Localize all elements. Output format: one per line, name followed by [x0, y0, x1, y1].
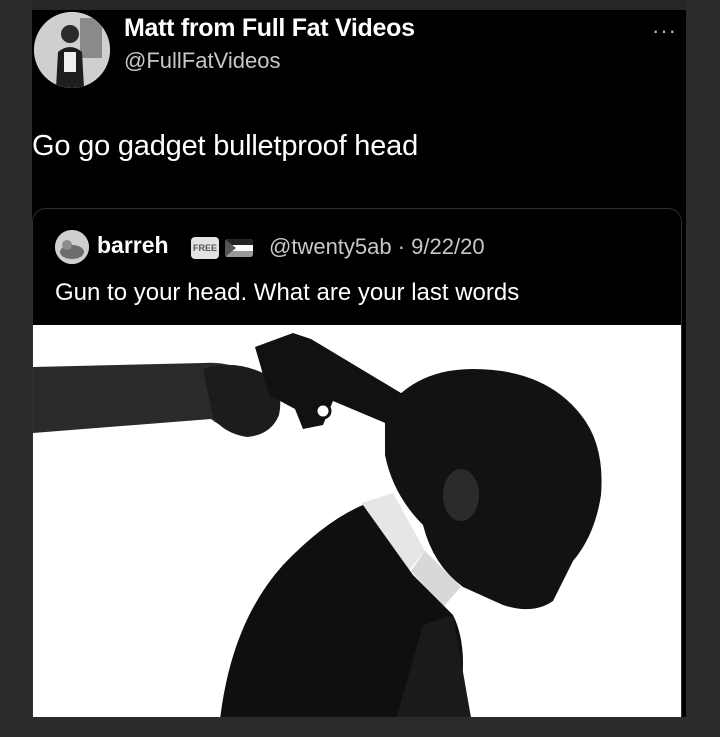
more-options-icon[interactable]: ···: [652, 18, 677, 44]
window-left-border: [0, 0, 32, 737]
quoted-media-image[interactable]: [33, 325, 681, 717]
user-handle[interactable]: @FullFatVideos: [124, 48, 280, 74]
quoted-tweet-text: Gun to your head. What are your last wor…: [55, 279, 520, 306]
tweet-text: Go go gadget bulletproof head: [32, 130, 419, 162]
quoted-user-avatar[interactable]: [55, 230, 89, 264]
quoted-tweet[interactable]: barreh FREE @twenty5ab · 9/22/20 Gun to …: [32, 208, 682, 717]
quoted-display-name[interactable]: barreh: [97, 232, 169, 259]
window-bottom-border: [0, 717, 720, 737]
tweet-card: Matt from Full Fat Videos @FullFatVideos…: [32, 10, 686, 717]
free-badge-icon: FREE: [191, 237, 219, 259]
quoted-handle-date[interactable]: @twenty5ab · 9/22/20: [269, 234, 485, 260]
display-name[interactable]: Matt from Full Fat Videos: [124, 14, 415, 43]
window-right-border: [686, 0, 720, 737]
user-avatar[interactable]: [34, 12, 110, 88]
window-top-border: [0, 0, 720, 10]
flag-icon: [225, 239, 253, 257]
